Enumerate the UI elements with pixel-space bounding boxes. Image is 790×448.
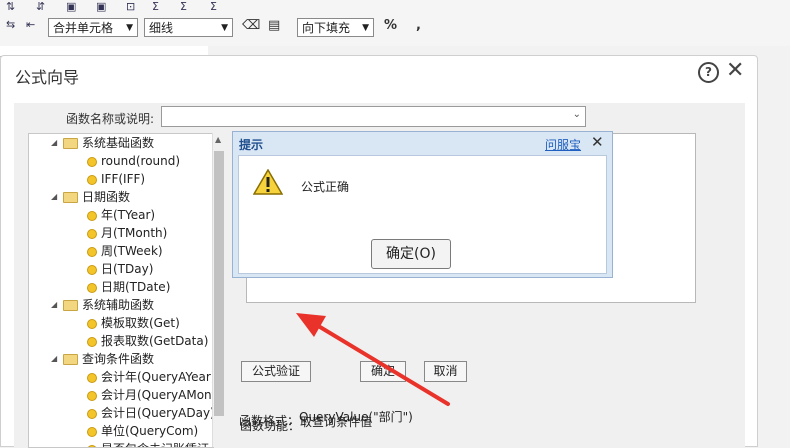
annotation-arrow [296, 313, 450, 406]
